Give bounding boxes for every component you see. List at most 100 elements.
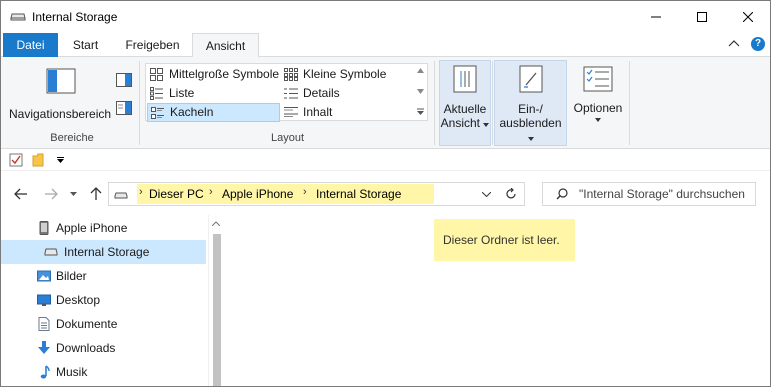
tiles-icon <box>151 107 164 119</box>
current-view-button[interactable]: Aktuelle Ansicht <box>439 60 491 146</box>
current-view-line2: Ansicht <box>440 116 480 130</box>
breadcrumb-dieser-pc[interactable]: Dieser PC <box>149 187 204 201</box>
tab-freigeben[interactable]: Freigeben <box>113 33 192 57</box>
up-icon[interactable] <box>90 187 102 201</box>
nav-item-label: Dokumente <box>56 317 118 331</box>
navigation-scrollbar[interactable] <box>208 215 223 386</box>
drive-icon <box>114 192 128 199</box>
nav-item-dokumente[interactable]: Dokumente <box>1 312 206 336</box>
details-pane-icon[interactable] <box>116 101 132 115</box>
tab-start[interactable]: Start <box>58 33 113 57</box>
nav-item-apple-iphone[interactable]: Apple iPhone <box>1 216 206 240</box>
refresh-icon <box>506 188 516 199</box>
explorer-window: Internal Storage Datei Start Freigeben A… <box>0 0 771 387</box>
show-hide-line2-wrap: ausblenden <box>495 116 566 144</box>
new-folder-icon[interactable] <box>32 153 44 167</box>
dropdown-arrow-icon <box>527 137 534 141</box>
layout-small-icons[interactable]: Kleine Symbole <box>281 65 414 84</box>
title-bar: Internal Storage <box>1 1 770 33</box>
address-dropdown-icon[interactable] <box>482 192 491 197</box>
phone-icon <box>39 221 49 235</box>
properties-icon[interactable] <box>9 153 23 167</box>
small-icons-icon <box>284 68 298 81</box>
refresh-button[interactable] <box>498 182 525 206</box>
help-button[interactable]: ? <box>751 37 765 51</box>
scrollbar-thumb[interactable] <box>213 234 221 386</box>
options-icon <box>583 66 613 92</box>
nav-item-label: Apple iPhone <box>56 221 128 235</box>
show-hide-button[interactable]: Ein-/ ausblenden <box>494 60 567 146</box>
layout-content[interactable]: Inhalt <box>281 103 414 122</box>
layout-details[interactable]: Details <box>281 84 414 103</box>
empty-folder-message: Dieser Ordner ist leer. <box>434 219 575 261</box>
breadcrumb-separator-icon: › <box>209 186 213 198</box>
breadcrumb-separator-icon: › <box>303 186 307 198</box>
nav-item-downloads[interactable]: Downloads <box>1 336 206 360</box>
nav-item-label: Downloads <box>56 341 116 355</box>
medium-icons-icon <box>150 68 163 81</box>
nav-item-label: Internal Storage <box>64 245 150 259</box>
layout-gallery: Mittelgroße Symbole Kleine Symbole Liste… <box>145 63 415 122</box>
search-input[interactable] <box>579 186 755 202</box>
tab-datei[interactable]: Datei <box>3 33 58 57</box>
nav-item-internal-storage[interactable]: Internal Storage <box>1 240 206 264</box>
maximize-icon <box>697 12 707 22</box>
minimize-button[interactable] <box>633 1 679 33</box>
content-icon <box>284 107 298 117</box>
file-list-area[interactable]: Dieser Ordner ist leer. <box>223 215 770 386</box>
nav-item-bilder[interactable]: Bilder <box>1 264 206 288</box>
group-label-bereiche: Bereiche <box>50 132 94 144</box>
music-icon <box>40 365 50 379</box>
layout-tiles[interactable]: Kacheln <box>147 103 280 122</box>
minimize-icon <box>651 16 661 18</box>
pictures-icon <box>37 270 51 282</box>
layout-list[interactable]: Liste <box>147 84 280 103</box>
maximize-button[interactable] <box>679 1 725 33</box>
quick-access-toolbar <box>1 149 770 171</box>
current-view-icon <box>453 65 477 93</box>
options-button[interactable]: Optionen <box>569 60 627 146</box>
layout-tiles-label: Kacheln <box>170 105 214 119</box>
scroll-up-icon[interactable] <box>417 68 424 73</box>
breadcrumb-apple-iphone[interactable]: Apple iPhone <box>222 187 293 201</box>
tab-ansicht[interactable]: Ansicht <box>192 33 259 58</box>
scroll-up-icon[interactable] <box>212 221 220 226</box>
nav-item-musik[interactable]: Musik <box>1 360 206 384</box>
ribbon-panel: Navigationsbereich Bereiche Mittelgroße … <box>1 57 770 149</box>
collapse-ribbon-icon[interactable] <box>728 39 740 47</box>
nav-item-label: Bilder <box>56 269 87 283</box>
back-icon[interactable] <box>14 188 28 200</box>
navigation-pane-label: Navigationsbereich <box>9 107 112 121</box>
preview-pane-icon[interactable] <box>116 73 132 87</box>
nav-item-desktop[interactable]: Desktop <box>1 288 206 312</box>
nav-item-label: Desktop <box>56 293 101 307</box>
customize-toolbar-icon[interactable] <box>57 157 64 163</box>
details-icon <box>284 88 298 99</box>
navigation-pane-button[interactable]: Navigationsbereich <box>9 65 111 121</box>
address-bar[interactable]: › Dieser PC › Apple iPhone › Internal St… <box>108 182 525 206</box>
nav-item-label: Musik <box>56 365 88 379</box>
window-title: Internal Storage <box>32 10 118 24</box>
navigation-pane: Apple iPhone Internal Storage Bilder Des… <box>1 215 223 386</box>
layout-medium-icons[interactable]: Mittelgroße Symbole <box>147 65 280 84</box>
drive-icon <box>44 248 58 256</box>
dropdown-arrow-icon <box>595 118 601 122</box>
desktop-icon <box>37 294 51 306</box>
address-row: › Dieser PC › Apple iPhone › Internal St… <box>1 173 770 215</box>
show-hide-line2: ausblenden <box>499 116 562 130</box>
navigation-pane-icon <box>46 68 76 94</box>
group-separator <box>139 61 140 145</box>
layout-list-label: Liste <box>169 86 195 100</box>
recent-locations-icon[interactable] <box>70 192 77 196</box>
close-button[interactable] <box>725 1 770 33</box>
expand-gallery-icon[interactable] <box>417 108 424 115</box>
current-view-line2-wrap: Ansicht <box>440 116 490 130</box>
layout-medium-icons-label: Mittelgroße Symbole <box>169 67 280 81</box>
options-label: Optionen <box>573 101 623 115</box>
breadcrumb-internal-storage[interactable]: Internal Storage <box>316 187 401 201</box>
forward-icon[interactable] <box>44 188 58 200</box>
list-icon <box>150 87 163 100</box>
layout-scroll <box>414 63 428 121</box>
scroll-down-icon[interactable] <box>417 89 424 94</box>
search-box[interactable] <box>542 182 756 206</box>
